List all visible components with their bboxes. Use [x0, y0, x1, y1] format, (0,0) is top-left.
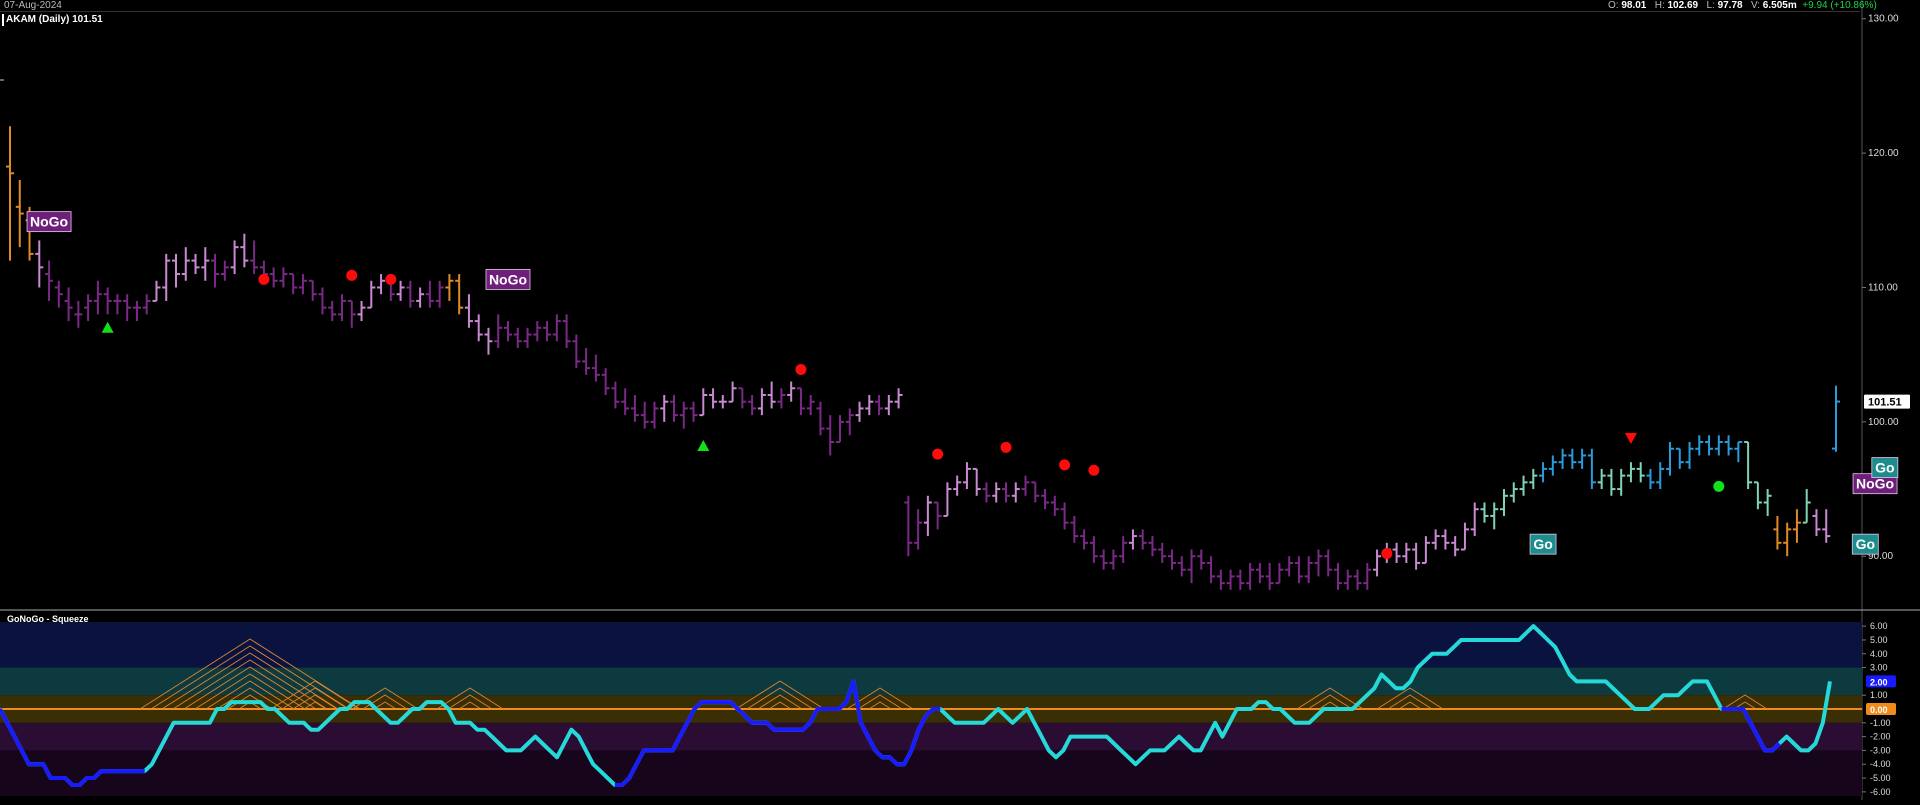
zero-value-label: 0.00: [1870, 705, 1888, 715]
nogo-label: NoGo: [26, 211, 72, 233]
osc-tick-label: -1.00: [1870, 718, 1891, 728]
signal-dot: [932, 448, 944, 460]
go-label: Go: [1851, 533, 1879, 555]
open-value: 98.01: [1621, 0, 1647, 11]
label-text: NoGo: [30, 214, 68, 230]
signal-dot: [1381, 548, 1393, 560]
last-price-label: 101.51: [1868, 397, 1902, 409]
oscillator-title: GoNoGo - Squeeze: [7, 614, 89, 624]
oscillator-band: [0, 722, 1862, 751]
osc-tick-label: 6.00: [1870, 621, 1888, 631]
osc-tick-label: 1.00: [1870, 690, 1888, 700]
price-tick-label: 120.00: [1868, 148, 1899, 159]
volume-label: V:: [1750, 0, 1761, 11]
label-text: Go: [1856, 536, 1875, 552]
label-text: Go: [1533, 536, 1552, 552]
price-tick-label: 130.00: [1868, 14, 1899, 25]
signal-dot: [258, 273, 270, 285]
price-chart-title: AKAM (Daily) 101.51: [6, 14, 103, 25]
high-label: H:: [1654, 0, 1665, 11]
nogo-label: NoGo: [485, 269, 531, 290]
chart-canvas: 130.00120.00110.00100.0090.00101.51 NoGo…: [0, 0, 1920, 800]
label-text: NoGo: [489, 271, 527, 287]
osc-tick-label: -2.00: [1870, 732, 1891, 742]
label-text: Go: [1875, 460, 1894, 476]
signal-dot: [346, 269, 358, 281]
oscillator-band: [0, 750, 1862, 796]
low-value: 97.78: [1717, 0, 1743, 11]
osc-value-label: 2.00: [1870, 677, 1888, 687]
signal-dot: [1000, 441, 1012, 453]
volume-value: 6.505m: [1762, 0, 1797, 11]
osc-tick-label: 5.00: [1870, 635, 1888, 645]
label-text: NoGo: [1856, 476, 1894, 492]
change-value: +9.94 (+10.86%): [1802, 0, 1877, 11]
high-value: 102.69: [1667, 0, 1699, 11]
signal-dot: [795, 363, 807, 375]
signal-dot: [1713, 480, 1725, 492]
osc-tick-label: -3.00: [1870, 745, 1891, 755]
header-ohlcv: O: 98.01 H: 102.69 L: 97.78 V: 6.505m +9…: [1608, 0, 1877, 12]
chart-root: 130.00 120.00 110.00 100.00 90.00 101.51 NoGo…: [0, 0, 1920, 800]
osc-tick-label: 4.00: [1870, 649, 1888, 659]
go-label: Go: [1871, 457, 1899, 478]
header-date-text: 07-Aug-2024: [4, 0, 62, 11]
open-label: O:: [1608, 0, 1619, 11]
low-label: L:: [1706, 0, 1715, 11]
signal-dot: [385, 273, 397, 285]
price-tick-label: 100.00: [1868, 417, 1899, 428]
go-label: Go: [1529, 533, 1557, 555]
price-tick-label: 110.00: [1868, 282, 1898, 293]
signal-dot: [1059, 459, 1071, 471]
oscillator-band: [0, 622, 1862, 668]
osc-tick-label: -5.00: [1870, 773, 1891, 783]
header-date: 07-Aug-2024: [4, 0, 62, 12]
title-marker: [2, 14, 4, 26]
signal-dot: [1088, 464, 1100, 476]
osc-tick-label: -4.00: [1870, 759, 1891, 769]
osc-tick-label: -6.00: [1870, 787, 1891, 797]
osc-tick-label: 3.00: [1870, 663, 1888, 673]
